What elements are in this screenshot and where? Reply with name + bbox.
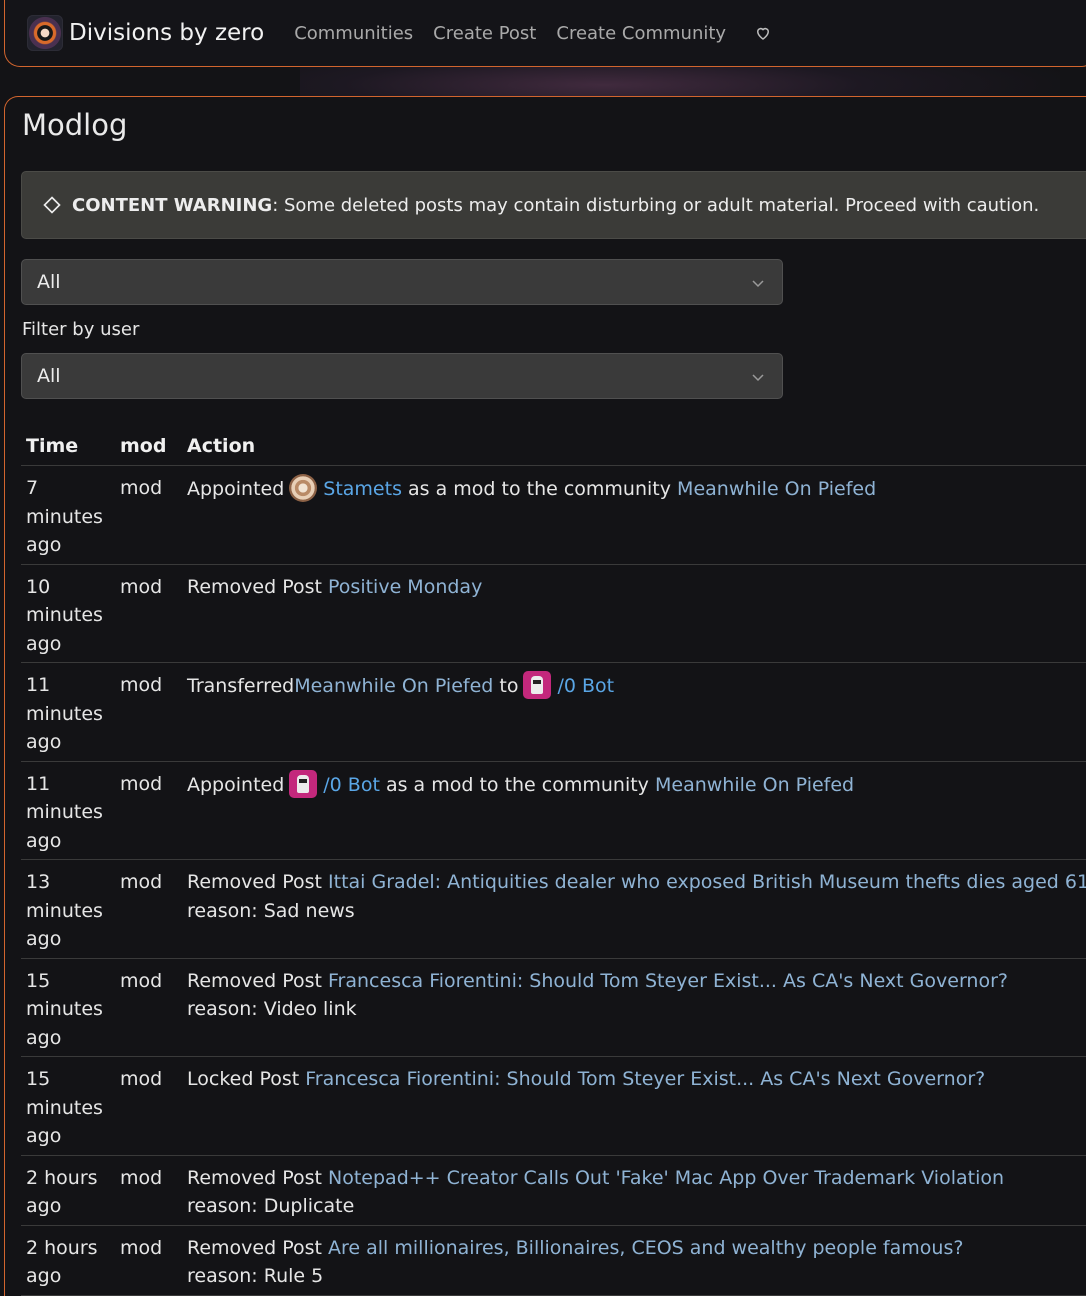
user-link[interactable]: /0 Bot (323, 774, 380, 796)
nav-communities[interactable]: Communities (294, 23, 413, 44)
row-time: 15 minutes ago (21, 1056, 115, 1156)
community-link[interactable]: Meanwhile On Piefed (677, 478, 876, 500)
nav-links: Communities Create Post Create Community (294, 23, 772, 44)
row-mod: mod (115, 1225, 182, 1296)
col-mod-header: mod (115, 427, 182, 466)
row-time: 11 minutes ago (21, 761, 115, 860)
table-row: 10 minutes ago mod Removed Post Positive… (21, 564, 1086, 663)
table-row: 7 minutes ago mod Appointed Stamets as a … (21, 465, 1086, 565)
post-link[interactable]: Francesca Fiorentini: Should Tom Steyer … (328, 970, 1008, 992)
action-detail: as a mod to the community (385, 773, 649, 796)
row-action: TransferredMeanwhile On Piefed to/0 Bot (182, 662, 1086, 762)
warning-message: : Some deleted posts may contain disturb… (272, 194, 1040, 216)
user-link[interactable]: Stamets (323, 478, 402, 500)
community-link[interactable]: Meanwhile On Piefed (294, 675, 493, 697)
row-action: Removed Post Francesca Fiorentini: Shoul… (182, 958, 1086, 1057)
row-time: 13 minutes ago (21, 859, 115, 959)
row-mod: mod (115, 1155, 182, 1226)
row-action: Appointed/0 Bot as a mod to the communit… (182, 761, 1086, 860)
col-action-header: Action (182, 427, 1086, 466)
row-time: 11 minutes ago (21, 662, 115, 762)
post-link[interactable]: Positive Monday (328, 576, 482, 598)
modlog-table: Time mod Action 7 minutes ago mod Appoin… (21, 427, 1086, 1296)
row-mod: mod (115, 958, 182, 1057)
diamond-warning-icon (43, 196, 61, 214)
action-detail: as a mod to the community (408, 478, 671, 500)
post-link[interactable]: Notepad++ Creator Calls Out 'Fake' Mac A… (328, 1167, 1004, 1189)
table-row: 15 minutes ago mod Locked Post Francesca… (21, 1056, 1086, 1156)
row-action: Removed Post Positive Monday (182, 564, 1086, 663)
site-logo[interactable] (27, 15, 63, 51)
action-verb: Removed Post (187, 871, 322, 893)
content-warning-alert: CONTENT WARNING: Some deleted posts may … (21, 171, 1086, 239)
community-link[interactable]: Meanwhile On Piefed (655, 774, 854, 796)
nav-create-post[interactable]: Create Post (433, 23, 536, 44)
site-name[interactable]: Divisions by zero (69, 20, 264, 46)
row-mod: mod (115, 859, 182, 959)
row-time: 2 hours ago (21, 1155, 115, 1226)
action-verb: Transferred (187, 675, 295, 697)
row-mod: mod (115, 761, 182, 860)
table-row: 11 minutes ago mod TransferredMeanwhile … (21, 662, 1086, 762)
row-time: 15 minutes ago (21, 958, 115, 1057)
action-verb: Removed Post (187, 1236, 322, 1259)
row-mod: mod (115, 465, 182, 565)
action-type-value: All (37, 271, 61, 293)
action-reason: reason: Sad news (187, 899, 355, 922)
table-row: 11 minutes ago mod Appointed/0 Bot as a … (21, 761, 1086, 860)
heart-icon[interactable] (754, 24, 772, 42)
navbar: Divisions by zero Communities Create Pos… (4, 0, 1086, 67)
row-time: 7 minutes ago (21, 465, 115, 565)
user-filter-select[interactable]: All (21, 353, 783, 399)
row-action: Removed Post Are all millionaires, Billi… (182, 1225, 1086, 1296)
main-card: Modlog CONTENT WARNING: Some deleted pos… (4, 96, 1086, 1296)
row-time: 2 hours ago (21, 1225, 115, 1296)
table-row: 15 minutes ago mod Removed Post Francesc… (21, 958, 1086, 1057)
user-avatar[interactable] (523, 671, 552, 699)
table-row: 2 hours ago mod Removed Post Notepad++ C… (21, 1155, 1086, 1226)
col-time-header: Time (21, 427, 115, 466)
row-action: Locked Post Francesca Fiorentini: Should… (182, 1056, 1086, 1156)
chevron-down-icon (752, 280, 764, 288)
action-verb: Removed Post (187, 969, 322, 992)
action-reason: reason: Rule 5 (187, 1265, 324, 1287)
action-reason: reason: Video link (187, 998, 357, 1020)
row-action: Appointed Stamets as a mod to the communi… (182, 465, 1086, 565)
action-verb: Appointed (187, 478, 285, 500)
row-action: Removed Post Notepad++ Creator Calls Out… (182, 1155, 1086, 1226)
action-detail: to (499, 675, 519, 697)
action-type-select[interactable]: All (21, 259, 783, 305)
warning-label: CONTENT WARNING (72, 194, 273, 216)
chevron-down-icon (752, 374, 764, 382)
post-link[interactable]: Francesca Fiorentini: Should Tom Steyer … (305, 1068, 985, 1090)
user-avatar[interactable] (289, 474, 318, 502)
table-row: 2 hours ago mod Removed Post Are all mil… (21, 1225, 1086, 1296)
action-reason: reason: Duplicate (187, 1195, 355, 1217)
row-time: 10 minutes ago (21, 564, 115, 663)
post-link[interactable]: Ittai Gradel: Antiquities dealer who exp… (328, 871, 1086, 893)
table-row: 13 minutes ago mod Removed Post Ittai Gr… (21, 859, 1086, 959)
user-link[interactable]: /0 Bot (557, 675, 614, 697)
row-mod: mod (115, 1056, 182, 1156)
row-mod: mod (115, 564, 182, 663)
action-verb: Removed Post (187, 575, 322, 598)
action-verb: Locked Post (187, 1068, 300, 1090)
filter-by-user-label: Filter by user (22, 319, 140, 340)
warning-text: CONTENT WARNING: Some deleted posts may … (72, 195, 1039, 216)
action-verb: Removed Post (187, 1166, 322, 1189)
page-title: Modlog (22, 108, 128, 142)
row-mod: mod (115, 662, 182, 762)
brand[interactable]: Divisions by zero (27, 15, 264, 51)
user-filter-value: All (37, 365, 61, 387)
post-link[interactable]: Are all millionaires, Billionaires, CEOS… (328, 1237, 963, 1259)
nav-create-community[interactable]: Create Community (556, 23, 726, 44)
row-action: Removed Post Ittai Gradel: Antiquities d… (182, 859, 1086, 959)
user-avatar[interactable] (289, 769, 318, 798)
action-verb: Appointed (187, 773, 285, 796)
table-header-row: Time mod Action (21, 427, 1086, 466)
